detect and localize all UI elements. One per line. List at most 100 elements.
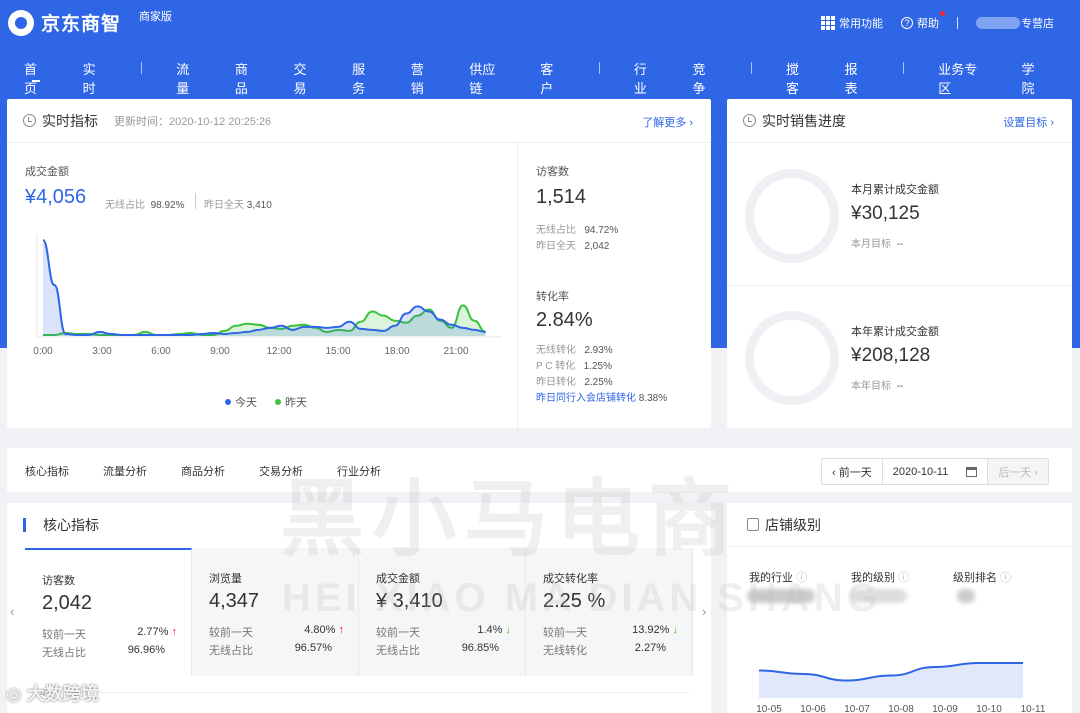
tab-product[interactable]: 商品 — [235, 52, 260, 104]
next-day-button[interactable]: 后一天 › — [988, 459, 1048, 484]
clock-icon — [743, 114, 756, 127]
watermark-logo-icon: ◎ — [6, 684, 22, 704]
tab-academy[interactable]: 学院 — [1021, 52, 1046, 104]
kpi-sub-label: 无线占比 — [209, 645, 253, 657]
chart-gridline — [60, 692, 690, 693]
conversion-value: 2.84% — [536, 309, 593, 331]
x-tick-label: 21:00 — [443, 346, 468, 357]
jd-logo-icon — [8, 9, 34, 36]
year-progress-ring — [745, 311, 839, 405]
month-progress-ring — [745, 169, 839, 263]
subtab-traffic[interactable]: 流量分析 — [103, 463, 147, 479]
kpi-sub-value: 96.85% — [461, 642, 499, 654]
calendar-icon — [966, 466, 978, 477]
common-functions-label: 常用功能 — [839, 18, 883, 30]
subtab-core[interactable]: 核心指标 — [25, 463, 69, 479]
tab-service[interactable]: 服务 — [352, 52, 377, 104]
common-functions-button[interactable]: 常用功能 — [821, 15, 883, 31]
industry-blurred — [747, 589, 815, 603]
tab-supply-chain[interactable]: 供应链 — [469, 52, 506, 104]
month-target: 本月目标 -- — [851, 239, 904, 250]
year-target: 本年目标 -- — [851, 381, 904, 392]
x-tick-label: 10-08 — [888, 704, 914, 713]
help-label: 帮助 — [917, 18, 939, 30]
kpi-card-gmv[interactable]: 成交金额 ¥ 3,410 较前一天 1.4% ↓ 无线占比 96.85% — [359, 548, 526, 676]
realtime-card: 实时指标 更新时间：2020-10-12 20:25:26 了解更多 › 成交金… — [7, 99, 711, 428]
tab-traffic[interactable]: 流量 — [176, 52, 201, 104]
tab-trade[interactable]: 交易 — [293, 52, 318, 104]
my-level-label: 我的级别 ⓘ — [851, 572, 910, 584]
level-rank-label: 级别排名 ⓘ — [953, 572, 1012, 584]
arrow-up-icon: ↑ — [338, 624, 345, 636]
my-industry-label: 我的行业 ⓘ — [749, 572, 808, 584]
x-tick-label: 12:00 — [266, 346, 291, 357]
kpi-compare-value: 4.80% ↑ — [304, 624, 344, 636]
subtab-product[interactable]: 商品分析 — [181, 463, 225, 479]
subtab-industry[interactable]: 行业分析 — [337, 463, 381, 479]
month-value: ¥30,125 — [851, 203, 920, 224]
nav-divider — [751, 62, 753, 74]
kpi-label: 成交转化率 — [543, 573, 598, 585]
kpi-compare-value: 2.77% ↑ — [137, 626, 177, 638]
subtab-trade[interactable]: 交易分析 — [259, 463, 303, 479]
kpi-compare-value: 13.92% ↓ — [632, 624, 678, 636]
tab-marketing[interactable]: 营销 — [411, 52, 436, 104]
kpi-sub-label: 无线转化 — [543, 645, 587, 657]
divider — [195, 193, 196, 209]
prev-day-button[interactable]: ‹ 前一天 — [822, 459, 883, 484]
conv-yesterday: 昨日转化 2.25% — [536, 377, 613, 388]
legend-yesterday[interactable]: 昨天 — [275, 394, 307, 410]
x-tick-label: 0:00 — [33, 346, 53, 357]
kpi-sub-label: 无线占比 — [42, 647, 86, 659]
tab-reports[interactable]: 报表 — [845, 52, 870, 104]
x-tick-label: 10-05 — [756, 704, 782, 713]
shop-level-card: 店铺级别 我的行业 ⓘ 我的级别 ⓘ 级别排名 ⓘ 10-05 10-06 10-0… — [727, 503, 1072, 713]
app-logo[interactable]: 京东商智 — [8, 9, 121, 36]
kpi-label: 访客数 — [42, 575, 75, 587]
kpi-sub-label: 无线占比 — [376, 645, 420, 657]
visitors-yesterday: 昨日全天 2,042 — [536, 241, 610, 252]
tab-realtime[interactable]: 实时 — [83, 52, 108, 104]
tab-industry[interactable]: 行业 — [634, 52, 659, 104]
info-icon: ⓘ — [1000, 572, 1012, 584]
gmv-yesterday: 昨日全天 3,410 — [204, 200, 272, 211]
info-icon: ⓘ — [796, 572, 808, 584]
date-field[interactable]: 2020-10-11 — [883, 459, 989, 484]
peer-conversion-link[interactable]: 昨日同行入会店铺转化 — [536, 393, 636, 404]
x-tick-label: 10-10 — [976, 704, 1002, 713]
conversion-label: 转化率 — [536, 291, 569, 303]
tab-business-zone[interactable]: 业务专区 — [938, 52, 987, 104]
x-tick-label: 3:00 — [92, 346, 112, 357]
set-target-link[interactable]: 设置目标 › — [1003, 114, 1054, 130]
help-icon: ? — [901, 17, 913, 29]
help-button[interactable]: ? 帮助 — [901, 11, 945, 31]
shop-icon — [747, 518, 759, 531]
kpi-compare-label: 较前一天 — [376, 627, 420, 639]
sales-progress-title: 实时销售进度 — [762, 112, 846, 129]
tab-customer[interactable]: 客户 — [540, 52, 565, 104]
arrow-down-icon: ↓ — [672, 624, 679, 636]
kpi-label: 成交金额 — [376, 573, 420, 585]
learn-more-link[interactable]: 了解更多 › — [642, 114, 693, 130]
shop-level-chart: 10-05 10-06 10-07 10-08 10-09 10-10 10-11 — [756, 662, 1046, 713]
kpi-compare-label: 较前一天 — [42, 629, 86, 641]
clock-icon — [23, 114, 36, 127]
kpi-card-pageviews[interactable]: 浏览量 4,347 较前一天 4.80% ↑ 无线占比 96.57% — [192, 548, 359, 676]
legend-today[interactable]: 今天 — [225, 394, 257, 410]
x-tick-label: 10-09 — [932, 704, 958, 713]
gmv-value: ¥4,056 — [25, 186, 87, 208]
tab-home[interactable]: 首页 — [24, 52, 49, 104]
chart-legend: 今天 昨天 — [225, 394, 325, 410]
nav-divider — [903, 62, 905, 74]
shop-selector[interactable]: 专营店 — [976, 15, 1054, 31]
month-label: 本月累计成交金额 — [851, 184, 939, 196]
tab-competition[interactable]: 竞争 — [692, 52, 717, 104]
conv-wireless: 无线转化 2.93% — [536, 345, 613, 356]
tab-jiaoke[interactable]: 搅客 — [786, 52, 811, 104]
kpi-next-arrow[interactable]: › — [702, 604, 706, 619]
title-accent — [23, 518, 26, 532]
kpi-prev-arrow[interactable]: ‹ — [10, 604, 14, 619]
kpi-card-visitors[interactable]: 访客数 2,042 较前一天 2.77% ↑ 无线占比 96.96% — [25, 548, 192, 676]
kpi-card-conversion[interactable]: 成交转化率 2.25 % 较前一天 13.92% ↓ 无线转化 2.27% — [526, 548, 693, 676]
realtime-chart: 0:00 3:00 6:00 9:00 12:00 15:00 18:00 21:00 — [33, 234, 502, 357]
